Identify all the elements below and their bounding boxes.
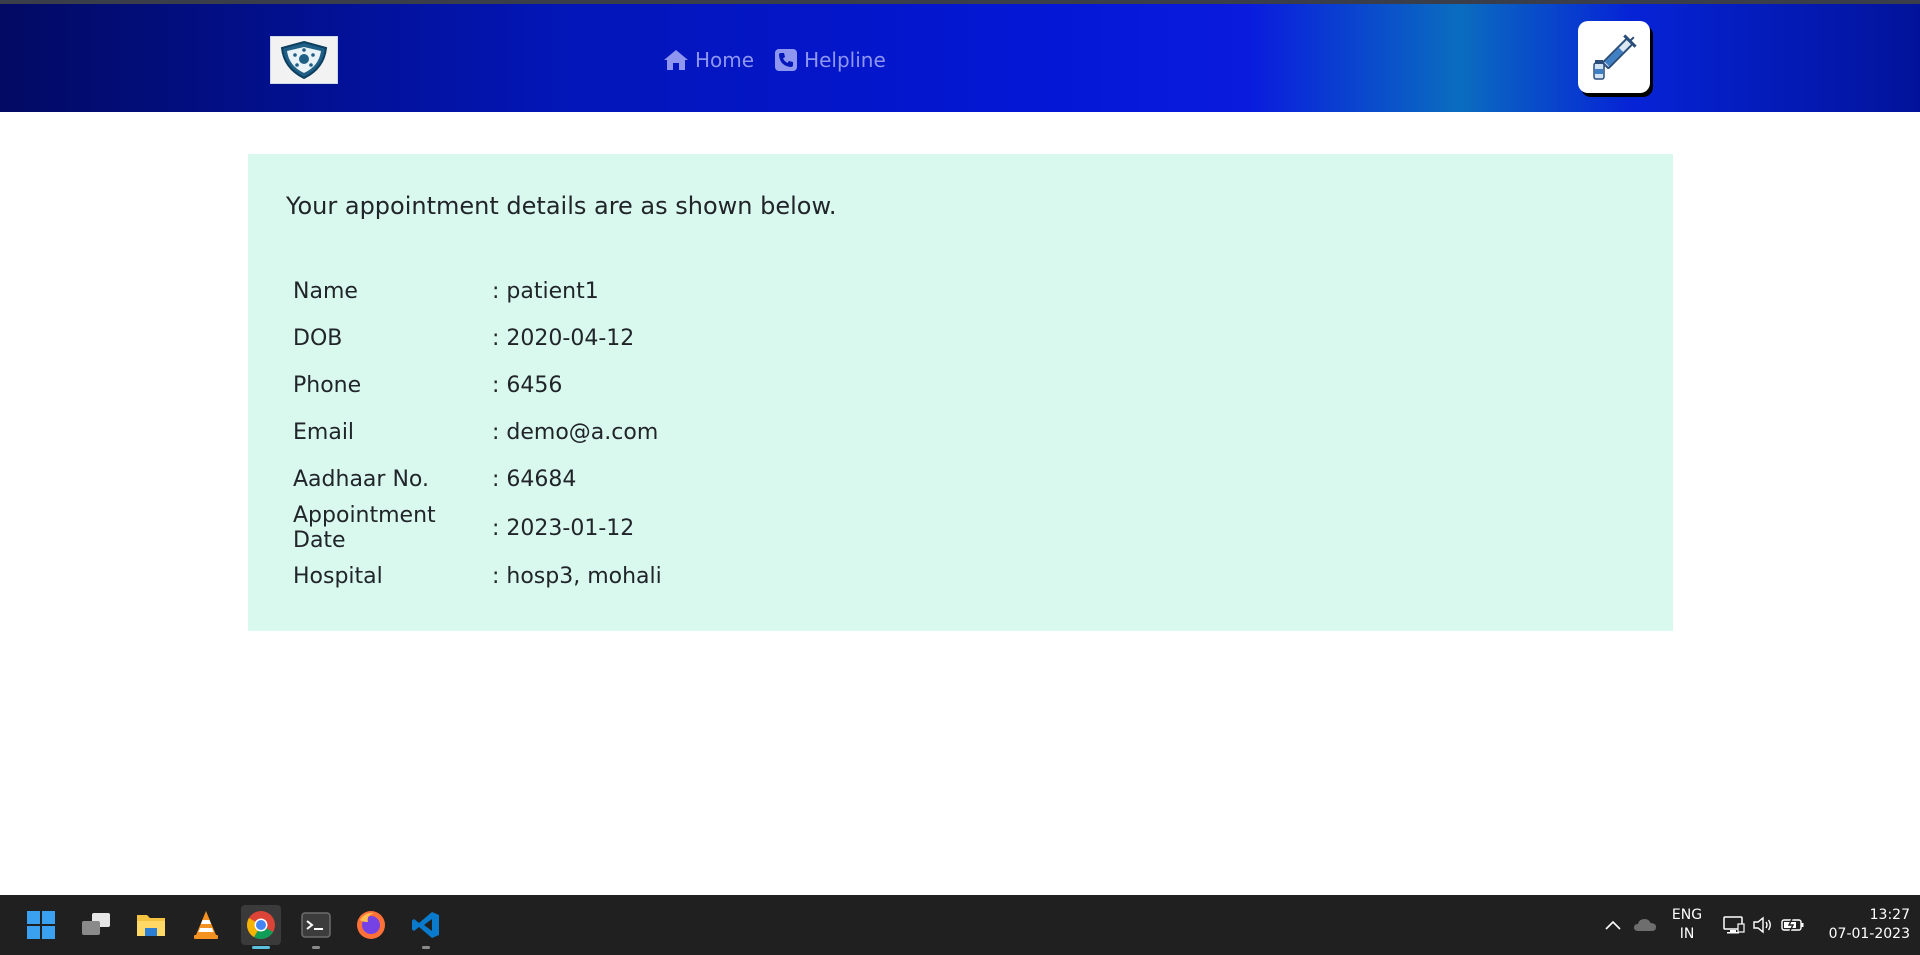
show-hidden-icons-button[interactable] [1601, 913, 1625, 937]
detail-label: Hospital [293, 564, 383, 589]
phone-icon [775, 49, 798, 71]
nav-home-link[interactable]: Home [663, 48, 754, 72]
firefox-icon [357, 911, 385, 939]
chrome-button[interactable] [241, 905, 281, 949]
detail-value: : patient1 [492, 279, 599, 304]
clock[interactable]: 13:27 07-01-2023 [1818, 906, 1910, 944]
brand-logo[interactable] [270, 36, 338, 84]
detail-value: : 6456 [492, 373, 563, 398]
page-heading: Your appointment details are as shown be… [286, 192, 837, 220]
vlc-icon [194, 911, 218, 939]
speaker-icon [1753, 916, 1771, 934]
battery-icon [1781, 918, 1804, 932]
app-running-indicator [312, 946, 320, 949]
home-icon [664, 50, 688, 70]
battery-button[interactable] [1781, 913, 1805, 937]
detail-value: : hosp3, mohali [492, 564, 662, 589]
vlc-button[interactable] [186, 905, 226, 945]
terminal-button[interactable] [296, 905, 336, 949]
nav-helpline-link[interactable]: Helpline [774, 48, 886, 72]
clock-date: 07-01-2023 [1828, 926, 1910, 942]
file-explorer-icon [137, 915, 165, 936]
detail-row-aadhaar: Aadhaar No. : 64684 [293, 456, 662, 503]
network-button[interactable] [1722, 913, 1746, 937]
onedrive-button[interactable] [1633, 913, 1657, 937]
appointment-details-table: Name : patient1 DOB : 2020-04-12 Phone :… [293, 268, 662, 600]
detail-value: : 64684 [492, 467, 577, 492]
app-running-indicator [422, 946, 430, 949]
detail-row-email: Email : demo@a.com [293, 409, 662, 456]
active-app-indicator [252, 946, 270, 949]
chevron-up-icon [1605, 920, 1621, 930]
nav-home-label: Home [695, 48, 755, 72]
task-view-icon [82, 913, 110, 935]
language-code: ENG [1671, 907, 1703, 923]
start-button[interactable] [21, 905, 61, 945]
detail-label: Appointment Date [293, 503, 436, 553]
nav-links: Home Helpline [663, 48, 906, 72]
vaccine-logo[interactable] [1578, 21, 1650, 93]
appointment-details-panel: Your appointment details are as shown be… [248, 154, 1673, 631]
network-icon [1723, 916, 1745, 934]
detail-row-name: Name : patient1 [293, 268, 662, 315]
terminal-icon [301, 912, 331, 938]
clock-time: 13:27 [1869, 907, 1910, 923]
detail-value: : 2020-04-12 [492, 326, 635, 351]
detail-row-appointment-date: Appointment Date : 2023-01-12 [293, 503, 662, 553]
detail-label: Name [293, 279, 358, 304]
detail-label: DOB [293, 326, 343, 351]
nav-helpline-label: Helpline [804, 48, 886, 72]
detail-row-hospital: Hospital : hosp3, mohali [293, 553, 662, 600]
region-code: IN [1679, 926, 1695, 942]
detail-label: Aadhaar No. [293, 467, 429, 492]
detail-value: : demo@a.com [492, 420, 659, 445]
task-view-button[interactable] [76, 905, 116, 945]
vscode-icon [412, 912, 439, 938]
firefox-button[interactable] [351, 905, 391, 945]
start-icon [27, 911, 55, 939]
syringe-icon [1593, 34, 1637, 80]
detail-label: Phone [293, 373, 362, 398]
detail-label: Email [293, 420, 355, 445]
detail-value: : 2023-01-12 [492, 515, 635, 541]
taskbar: ENG IN 13:27 07-01-2023 [0, 895, 1920, 955]
shield-logo-icon [280, 40, 328, 80]
file-explorer-button[interactable] [131, 905, 171, 945]
cloud-icon [1634, 919, 1656, 931]
volume-button[interactable] [1751, 913, 1775, 937]
language-indicator[interactable]: ENG IN [1668, 906, 1706, 944]
vscode-button[interactable] [406, 905, 446, 949]
navbar: Home Helpline [0, 4, 1920, 112]
chrome-icon [247, 911, 275, 939]
detail-row-phone: Phone : 6456 [293, 362, 662, 409]
detail-row-dob: DOB : 2020-04-12 [293, 315, 662, 362]
